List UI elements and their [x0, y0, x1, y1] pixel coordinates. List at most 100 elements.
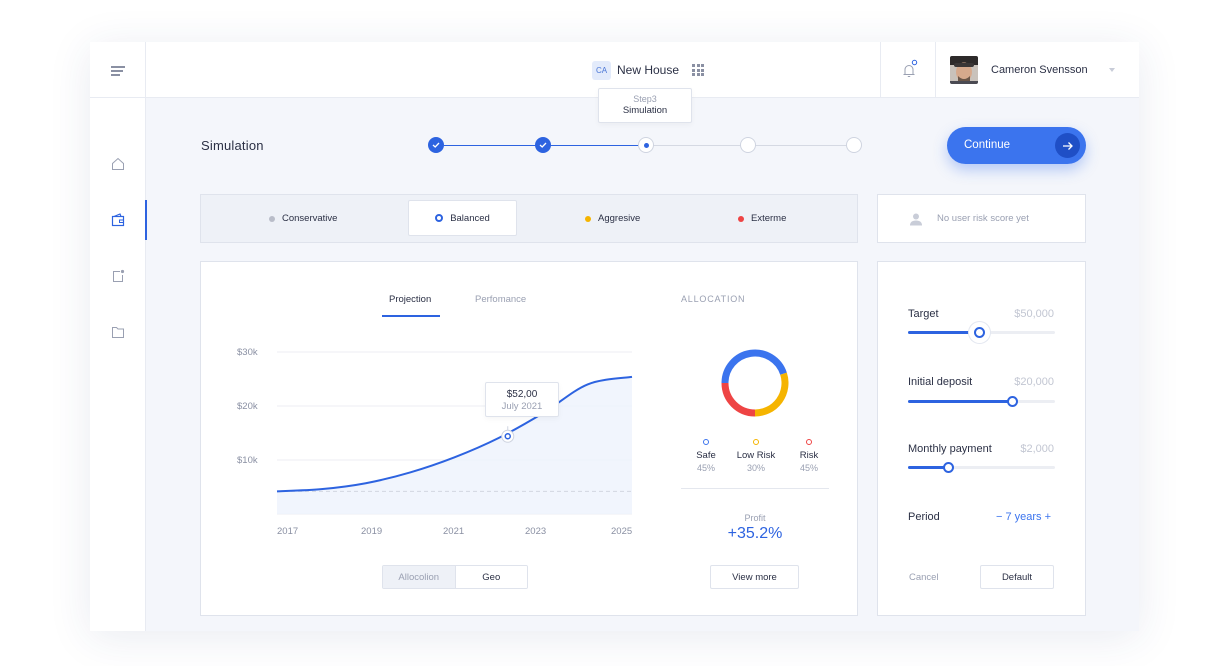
sidebar-item-wallet[interactable] — [90, 200, 147, 240]
project-switcher[interactable]: CA New House — [592, 60, 705, 80]
deposit-slider[interactable] — [908, 396, 1055, 407]
x-tick-label: 2023 — [525, 526, 547, 537]
donut-slice — [754, 372, 789, 417]
risk-dot — [269, 215, 275, 222]
continue-button[interactable]: Continue — [947, 127, 1086, 164]
notifications-button[interactable] — [880, 42, 936, 98]
home-icon — [112, 157, 124, 170]
check-icon — [539, 142, 547, 148]
slider-handle[interactable] — [942, 462, 954, 473]
risk-option-label: Balanced — [450, 212, 490, 224]
risk-option-aggressive[interactable]: Aggresive — [585, 195, 640, 242]
legend-label: Low Risk — [736, 450, 776, 461]
risk-score-card: No user risk score yet — [877, 194, 1086, 243]
folder-icon — [112, 327, 124, 338]
arrow-right-icon — [1055, 133, 1080, 158]
monthly-label: Monthly payment — [908, 443, 992, 455]
target-label: Target — [908, 308, 939, 320]
tooltip-date: July 2021 — [501, 401, 543, 412]
slider-fill — [908, 466, 948, 469]
period-stepper[interactable]: − 7 years + — [996, 511, 1051, 523]
project-badge: CA — [592, 60, 611, 80]
legend-pct: 45% — [696, 463, 715, 473]
tab-projection[interactable]: Projection — [389, 294, 431, 305]
step-caption: Step3 — [633, 94, 657, 104]
step-1-done[interactable] — [428, 137, 444, 153]
continue-label: Continue — [964, 139, 1011, 151]
chart-tooltip: $52,00 July 2021 — [485, 382, 559, 417]
allocation-title: ALLOCATION — [681, 294, 746, 304]
legend-pct: 30% — [746, 463, 765, 473]
highlight-point — [504, 432, 511, 440]
sidebar-item-reports[interactable] — [90, 256, 146, 296]
risk-profile-selector: Conservative Balanced Aggresive Exterme — [200, 194, 858, 243]
settings-card: Target $50,000 Initial deposit $20,000 M… — [877, 261, 1086, 616]
step-name: Simulation — [622, 105, 668, 116]
sidebar-item-folder[interactable] — [90, 312, 146, 352]
monthly-slider[interactable] — [908, 462, 1055, 473]
view-more-button[interactable]: View more — [710, 565, 799, 589]
projection-chart — [276, 351, 633, 515]
apps-grid-icon[interactable] — [692, 64, 705, 76]
menu-button[interactable] — [90, 42, 146, 98]
step-3-current[interactable] — [638, 137, 654, 153]
tab-performance[interactable]: Perfomance — [475, 294, 526, 305]
risk-option-balanced[interactable]: Balanced — [408, 200, 517, 236]
divider — [681, 488, 829, 489]
monthly-value: $2,000 — [1020, 443, 1054, 455]
step-4[interactable] — [740, 137, 756, 153]
risk-score-text: No user risk score yet — [937, 213, 1029, 224]
risk-dot — [738, 215, 744, 222]
x-tick-label: 2025 — [611, 526, 633, 537]
target-slider[interactable] — [908, 327, 1055, 338]
switch-geo[interactable]: Geo — [455, 566, 527, 588]
user-icon — [910, 213, 922, 225]
x-tick-label: 2021 — [443, 526, 465, 537]
menu-icon — [111, 66, 125, 68]
legend-dot — [703, 439, 709, 445]
risk-option-label: Exterme — [751, 213, 787, 224]
slider-handle[interactable] — [973, 327, 985, 338]
cancel-button[interactable]: Cancel — [909, 572, 939, 583]
sidebar-item-home[interactable] — [90, 144, 146, 184]
report-icon — [113, 269, 125, 282]
bell-icon — [903, 59, 918, 77]
profit-label: Profit — [744, 513, 766, 523]
period-label: Period — [908, 511, 940, 523]
legend-label: Safe — [696, 450, 716, 461]
user-name: Cameron Svensson — [991, 64, 1088, 76]
donut-slice — [721, 349, 787, 384]
risk-dot — [585, 215, 591, 222]
risk-option-conservative[interactable]: Conservative — [269, 195, 337, 242]
step-5[interactable] — [846, 137, 862, 153]
risk-option-label: Conservative — [282, 213, 338, 224]
slider-handle[interactable] — [1007, 396, 1019, 407]
legend-pct: 45% — [799, 463, 818, 473]
chart-view-switch: Allocolion Geo — [382, 565, 528, 589]
step-connector — [551, 144, 646, 146]
x-tick-label: 2019 — [361, 526, 383, 537]
risk-dot — [435, 214, 444, 222]
switch-allocation[interactable]: Allocolion — [383, 566, 456, 588]
avatar — [950, 56, 978, 84]
check-icon — [432, 142, 440, 148]
tab-active-indicator — [382, 315, 440, 317]
legend-safe: Safe 45% — [681, 439, 731, 473]
deposit-value: $20,000 — [1014, 376, 1054, 388]
donut-slice — [721, 382, 756, 417]
chevron-down-icon[interactable] — [1109, 68, 1115, 72]
user-menu[interactable]: Cameron Svensson — [950, 55, 1088, 85]
x-tick-label: 2017 — [277, 526, 299, 537]
page-title: Simulation — [201, 138, 264, 153]
step-2-done[interactable] — [535, 137, 551, 153]
risk-option-extreme[interactable]: Exterme — [738, 195, 786, 242]
project-name: New House — [617, 63, 680, 77]
step-connector — [646, 144, 748, 146]
target-value: $50,000 — [1014, 308, 1054, 320]
tooltip-value: $52,00 — [506, 389, 538, 400]
default-button[interactable]: Default — [980, 565, 1054, 589]
wallet-icon — [111, 213, 125, 227]
menu-icon-line — [111, 74, 120, 76]
deposit-label: Initial deposit — [908, 376, 973, 388]
legend-dot — [753, 439, 759, 445]
